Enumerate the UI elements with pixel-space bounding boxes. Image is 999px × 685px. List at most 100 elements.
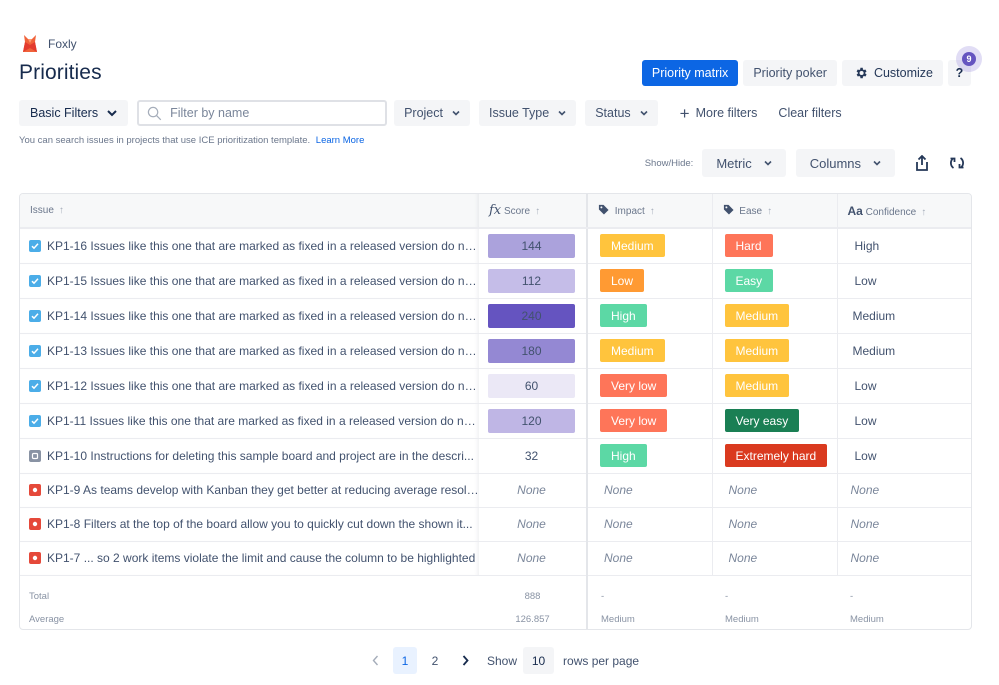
table-row[interactable]: KP1-7 ... so 2 work items violate the li… bbox=[20, 541, 971, 576]
issue-type-filter-dropdown[interactable]: Issue Type bbox=[478, 100, 577, 126]
learn-more-link[interactable]: Learn More bbox=[316, 135, 365, 146]
ease-tag[interactable]: Easy bbox=[724, 269, 774, 292]
ease-cell[interactable]: Very easy bbox=[712, 403, 838, 439]
metric-dropdown[interactable]: Metric bbox=[702, 149, 786, 177]
impact-cell[interactable]: Very low bbox=[587, 368, 713, 404]
issue-link[interactable]: KP1-10 Instructions for deleting this sa… bbox=[47, 449, 474, 463]
issue-link[interactable]: KP1-15 Issues like this one that are mar… bbox=[47, 274, 479, 288]
export-button[interactable] bbox=[908, 149, 936, 177]
ease-tag[interactable]: Very easy bbox=[724, 409, 800, 432]
impact-cell[interactable]: High bbox=[587, 298, 713, 334]
confidence-cell[interactable]: Medium bbox=[837, 298, 971, 334]
issue-cell[interactable]: KP1-16 Issues like this one that are mar… bbox=[20, 228, 479, 264]
sort-arrow-icon[interactable]: ↑ bbox=[650, 206, 655, 217]
clear-filters-button[interactable]: Clear filters bbox=[771, 106, 848, 120]
more-filters-button[interactable]: + More filters bbox=[673, 105, 765, 122]
table-row[interactable]: KP1-10 Instructions for deleting this sa… bbox=[20, 438, 971, 474]
ease-tag[interactable]: Medium bbox=[724, 374, 790, 397]
issue-link[interactable]: KP1-16 Issues like this one that are mar… bbox=[47, 239, 479, 253]
project-filter-dropdown[interactable]: Project bbox=[394, 100, 470, 126]
columns-dropdown[interactable]: Columns bbox=[795, 149, 895, 177]
impact-cell[interactable]: Low bbox=[587, 263, 713, 299]
issue-link[interactable]: KP1-13 Issues like this one that are mar… bbox=[47, 344, 479, 358]
table-row[interactable]: KP1-12 Issues like this one that are mar… bbox=[20, 368, 971, 404]
issue-cell[interactable]: KP1-15 Issues like this one that are mar… bbox=[20, 263, 479, 299]
issue-link[interactable]: KP1-7 ... so 2 work items violate the li… bbox=[47, 551, 475, 565]
ease-tag[interactable]: Medium bbox=[724, 339, 790, 362]
ease-cell[interactable]: None bbox=[712, 473, 838, 508]
priority-poker-button[interactable]: Priority poker bbox=[743, 60, 837, 86]
table-row[interactable]: KP1-9 As teams develop with Kanban they … bbox=[20, 473, 971, 508]
status-filter-dropdown[interactable]: Status bbox=[585, 100, 658, 126]
issue-link[interactable]: KP1-8 Filters at the top of the board al… bbox=[47, 517, 473, 531]
column-header-score[interactable]: fx Score ↑ bbox=[479, 194, 588, 229]
issue-cell[interactable]: KP1-9 As teams develop with Kanban they … bbox=[20, 473, 479, 508]
page-2-button[interactable]: 2 bbox=[423, 647, 447, 674]
ease-tag[interactable]: Medium bbox=[724, 304, 790, 327]
customize-button[interactable]: Customize bbox=[841, 60, 943, 86]
search-field[interactable] bbox=[137, 100, 388, 126]
confidence-cell[interactable]: Low bbox=[837, 368, 971, 404]
impact-cell[interactable]: Medium bbox=[587, 228, 713, 264]
issue-link[interactable]: KP1-9 As teams develop with Kanban they … bbox=[47, 483, 479, 497]
table-row[interactable]: KP1-15 Issues like this one that are mar… bbox=[20, 263, 971, 299]
impact-cell[interactable]: None bbox=[587, 473, 713, 508]
impact-cell[interactable]: None bbox=[587, 541, 713, 576]
impact-tag[interactable]: Very low bbox=[600, 374, 668, 397]
column-header-issue[interactable]: Issue ↑ bbox=[20, 194, 479, 229]
ease-tag[interactable]: Hard bbox=[724, 234, 773, 258]
issue-cell[interactable]: KP1-10 Instructions for deleting this sa… bbox=[20, 438, 479, 474]
impact-tag[interactable]: High bbox=[600, 444, 647, 467]
confidence-cell[interactable]: None bbox=[837, 507, 971, 542]
impact-tag[interactable]: High bbox=[600, 304, 647, 327]
ease-cell[interactable]: Easy bbox=[712, 263, 838, 299]
priority-matrix-button[interactable]: Priority matrix bbox=[641, 60, 739, 86]
impact-cell[interactable]: Medium bbox=[587, 333, 713, 369]
issue-cell[interactable]: KP1-11 Issues like this one that are mar… bbox=[20, 403, 479, 439]
confidence-cell[interactable]: Low bbox=[837, 403, 971, 439]
ease-cell[interactable]: Medium bbox=[712, 368, 838, 404]
impact-tag[interactable]: Medium bbox=[600, 339, 665, 362]
confidence-cell[interactable]: Low bbox=[837, 438, 971, 474]
impact-cell[interactable]: High bbox=[587, 438, 713, 474]
impact-tag[interactable]: Medium bbox=[600, 234, 665, 258]
ease-cell[interactable]: None bbox=[712, 541, 838, 576]
previous-page-button[interactable] bbox=[363, 647, 387, 674]
issue-link[interactable]: KP1-14 Issues like this one that are mar… bbox=[47, 309, 479, 323]
impact-tag[interactable]: Very low bbox=[600, 409, 668, 432]
ease-cell[interactable]: Extremely hard bbox=[712, 438, 838, 474]
table-row[interactable]: KP1-13 Issues like this one that are mar… bbox=[20, 333, 971, 369]
ease-tag[interactable]: Extremely hard bbox=[724, 444, 828, 467]
sort-arrow-icon[interactable]: ↑ bbox=[921, 207, 926, 218]
column-header-ease[interactable]: Ease ↑ bbox=[712, 194, 838, 229]
next-page-button[interactable] bbox=[453, 647, 477, 674]
search-input[interactable] bbox=[170, 106, 371, 120]
confidence-cell[interactable]: None bbox=[837, 541, 971, 576]
refresh-button[interactable] bbox=[943, 149, 971, 177]
ease-cell[interactable]: Medium bbox=[712, 298, 838, 334]
table-row[interactable]: KP1-16 Issues like this one that are mar… bbox=[20, 228, 971, 264]
ease-cell[interactable]: Hard bbox=[712, 228, 838, 264]
column-header-confidence[interactable]: Aa Confidence ↑ bbox=[837, 194, 971, 229]
table-row[interactable]: KP1-14 Issues like this one that are mar… bbox=[20, 298, 971, 334]
page-1-button[interactable]: 1 bbox=[393, 647, 417, 674]
table-row[interactable]: KP1-8 Filters at the top of the board al… bbox=[20, 507, 971, 542]
issue-link[interactable]: KP1-12 Issues like this one that are mar… bbox=[47, 379, 479, 393]
issue-cell[interactable]: KP1-14 Issues like this one that are mar… bbox=[20, 298, 479, 334]
rows-per-page-select[interactable]: 10 bbox=[523, 647, 555, 674]
help-button[interactable]: ? 9 bbox=[948, 46, 982, 86]
issue-link[interactable]: KP1-11 Issues like this one that are mar… bbox=[47, 414, 479, 428]
confidence-cell[interactable]: Medium bbox=[837, 333, 971, 369]
basic-filters-dropdown[interactable]: Basic Filters bbox=[19, 100, 129, 126]
issue-cell[interactable]: KP1-8 Filters at the top of the board al… bbox=[20, 507, 479, 542]
issue-cell[interactable]: KP1-12 Issues like this one that are mar… bbox=[20, 368, 479, 404]
confidence-cell[interactable]: None bbox=[837, 473, 971, 508]
impact-cell[interactable]: Very low bbox=[587, 403, 713, 439]
table-row[interactable]: KP1-11 Issues like this one that are mar… bbox=[20, 403, 971, 439]
confidence-cell[interactable]: High bbox=[837, 228, 971, 264]
ease-cell[interactable]: Medium bbox=[712, 333, 838, 369]
ease-cell[interactable]: None bbox=[712, 507, 838, 542]
column-header-impact[interactable]: Impact ↑ bbox=[587, 194, 713, 229]
impact-tag[interactable]: Low bbox=[600, 269, 645, 292]
issue-cell[interactable]: KP1-7 ... so 2 work items violate the li… bbox=[20, 541, 479, 576]
